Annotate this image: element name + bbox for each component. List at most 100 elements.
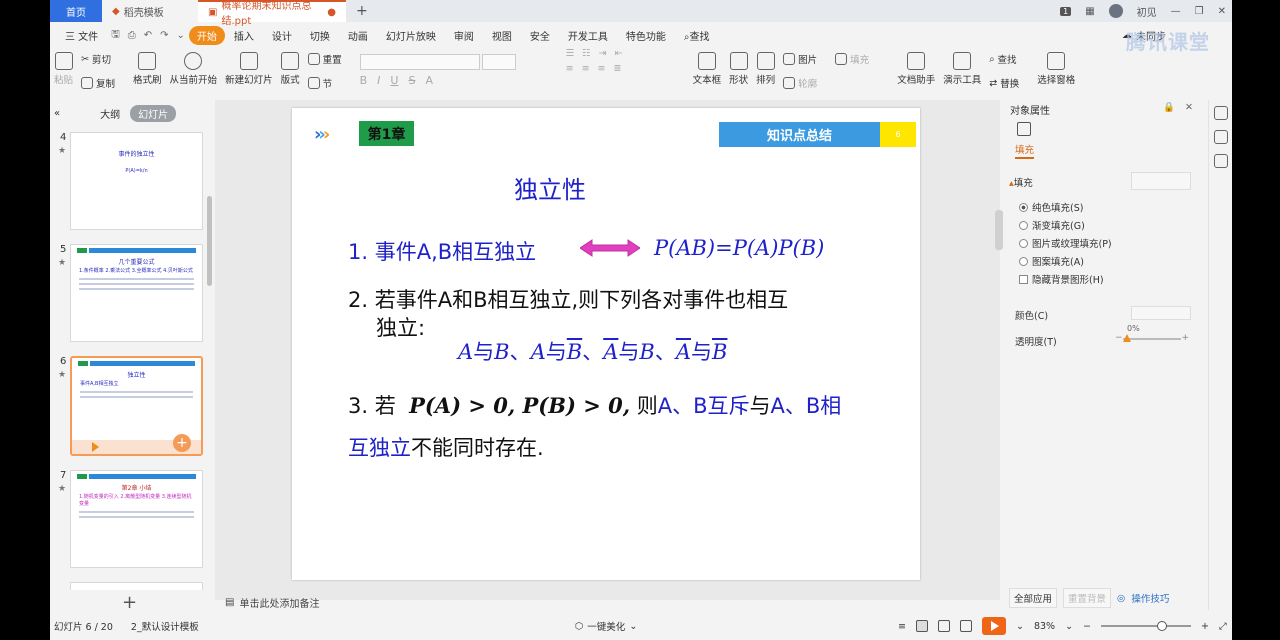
font-color-icon[interactable]: A <box>425 74 433 87</box>
menu-item-insert[interactable]: 插入 <box>225 28 263 43</box>
underline-icon[interactable]: U <box>390 74 398 87</box>
properties-icon[interactable] <box>1213 106 1228 120</box>
from-current-button[interactable]: 从当前开始 <box>170 48 217 86</box>
replace-button[interactable]: ⇄ 替换 <box>989 74 1019 92</box>
find-button[interactable]: ⌕ 查找 <box>989 50 1019 68</box>
menu-item-view[interactable]: 视图 <box>483 28 521 43</box>
user-name[interactable]: 初见 <box>1137 4 1157 19</box>
shape-effects-icon[interactable] <box>1213 130 1228 144</box>
align-center-icon[interactable]: ≡ <box>582 63 590 74</box>
slide-thumbnail[interactable]: 几个重要公式 1.条件概率 2.乘法公式 3.全概率公式 4.贝叶斯公式 <box>70 244 203 342</box>
arrange-button[interactable]: 排列 <box>756 48 775 86</box>
lock-icon[interactable]: 🔒 <box>1163 102 1175 113</box>
hide-background-checkbox[interactable]: 隐藏背景图形(H) <box>1019 272 1104 286</box>
copy-button[interactable]: 复制 <box>81 74 115 92</box>
slides-tab[interactable]: 幻灯片 <box>130 104 177 122</box>
quick-access-dropdown-icon[interactable]: ⌄ <box>173 30 189 41</box>
transparency-slider[interactable]: − 0% + <box>1115 324 1189 344</box>
notes-toggle-icon[interactable]: ≡ <box>898 621 906 632</box>
zoom-out-icon[interactable]: − <box>1083 621 1091 632</box>
file-menu[interactable]: 三 文件 <box>56 28 107 43</box>
play-dropdown-icon[interactable]: ⌄ <box>1016 621 1024 632</box>
textbox-button[interactable]: 文本框 <box>693 48 721 86</box>
tab-template[interactable]: ◆ 稻壳模板 <box>102 0 198 22</box>
format-painter-button[interactable]: 格式刷 <box>133 48 162 86</box>
new-tab-button[interactable]: + <box>356 3 368 19</box>
font-family-select[interactable] <box>359 54 480 70</box>
section-button[interactable]: 节 <box>307 74 342 92</box>
menu-item-design[interactable]: 设计 <box>263 28 301 43</box>
reading-view-icon[interactable] <box>959 620 972 632</box>
bold-icon[interactable]: B <box>360 74 368 87</box>
tab-fill[interactable]: 填充 <box>1015 142 1035 159</box>
reset-background-button[interactable]: 重置背景 <box>1063 588 1112 608</box>
outline-button[interactable]: 轮廓 <box>783 74 817 92</box>
minimize-icon[interactable]: — <box>1171 6 1181 17</box>
notes-area[interactable]: ▤ 单击此处添加备注 <box>215 592 1000 612</box>
paste-button[interactable]: 粘贴 <box>54 48 73 86</box>
template-name[interactable]: 2_默认设计模板 <box>131 619 199 633</box>
fill-section-toggle[interactable]: ▴填充 <box>1009 175 1033 189</box>
slide-sorter-icon[interactable] <box>937 620 950 632</box>
transform-icon[interactable] <box>1213 154 1228 168</box>
menu-item-features[interactable]: 特色功能 <box>617 28 675 43</box>
maximize-icon[interactable]: ❐ <box>1195 6 1204 17</box>
pane-close-icon[interactable]: ✕ <box>1185 102 1193 113</box>
tab-home[interactable]: 首页 <box>50 0 102 22</box>
play-slide-icon[interactable] <box>92 442 99 452</box>
layout-button[interactable]: 版式 <box>281 48 300 86</box>
current-slide[interactable]: › › › 第1章 知识点总结 6 独立性 1. 事件A,B相互独立 P(AB)=P… <box>292 108 920 580</box>
menu-item-devtools[interactable]: 开发工具 <box>559 28 617 43</box>
redo-icon[interactable]: ↷ <box>156 30 172 41</box>
solid-fill-option[interactable]: 纯色填充(S) <box>1019 200 1083 214</box>
align-right-icon[interactable]: ≡ <box>598 63 606 74</box>
justify-icon[interactable]: ≣ <box>614 63 622 74</box>
select-pane-button[interactable]: 选择窗格 <box>1037 48 1075 86</box>
new-slide-button[interactable]: 新建幻灯片 <box>225 48 273 86</box>
outdent-icon[interactable]: ⇤ <box>615 48 623 59</box>
doc-assistant-button[interactable]: 文档助手 <box>897 48 935 86</box>
undo-icon[interactable]: ↶ <box>140 30 156 41</box>
menu-item-start[interactable]: 开始 <box>188 25 225 45</box>
slide-thumbnail-selected[interactable]: 独立性 事件A,B相互独立 + <box>70 356 203 456</box>
tips-link[interactable]: 操作技巧 <box>1131 591 1169 605</box>
slider-thumb[interactable] <box>1123 334 1131 342</box>
normal-view-icon[interactable] <box>915 620 928 632</box>
reset-button[interactable]: 重置 <box>307 50 342 68</box>
shape-button[interactable]: 形状 <box>729 48 748 86</box>
zoom-in-icon[interactable]: + <box>1201 621 1209 632</box>
zoom-dropdown-icon[interactable]: ⌄ <box>1065 621 1073 632</box>
strikethrough-icon[interactable]: S <box>408 74 415 87</box>
slide-thumbnail[interactable]: 第2章 小结 1.随机变量的引入 2.离散型随机变量 3.连续型随机变量 <box>70 470 203 568</box>
color-picker[interactable] <box>1131 306 1191 320</box>
close-icon[interactable]: ✕ <box>1218 6 1226 17</box>
slideshow-play-button[interactable] <box>981 617 1006 635</box>
canvas-scrollbar[interactable] <box>995 210 1003 250</box>
outline-tab[interactable]: 大纲 <box>100 106 120 121</box>
italic-icon[interactable]: I <box>377 74 380 87</box>
numbering-icon[interactable]: ☷ <box>582 48 591 59</box>
decrease-icon[interactable]: − <box>1115 333 1123 343</box>
fill-bucket-icon[interactable] <box>1017 122 1031 136</box>
grid-icon[interactable]: ▦ <box>1085 6 1094 17</box>
menu-item-transition[interactable]: 切换 <box>301 28 339 43</box>
fill-dropdown[interactable] <box>1131 172 1191 190</box>
fit-window-icon[interactable]: ⤢ <box>1219 621 1227 632</box>
apply-all-button[interactable]: 全部应用 <box>1009 588 1058 608</box>
bullets-icon[interactable]: ☰ <box>566 48 575 59</box>
menu-item-review[interactable]: 审阅 <box>445 28 483 43</box>
increase-icon[interactable]: + <box>1181 333 1189 343</box>
menu-item-animation[interactable]: 动画 <box>339 28 377 43</box>
window-count-badge[interactable]: 1 <box>1060 6 1072 16</box>
slide-thumbnail-partial[interactable] <box>70 582 203 590</box>
align-left-icon[interactable]: ≡ <box>566 63 574 74</box>
pattern-fill-option[interactable]: 图案填充(A) <box>1019 254 1084 268</box>
menu-search[interactable]: ⌕查找 <box>675 28 719 43</box>
zoom-slider-thumb[interactable] <box>1157 621 1167 631</box>
indent-icon[interactable]: ⇥ <box>599 48 607 59</box>
menu-item-slideshow[interactable]: 幻灯片放映 <box>377 28 445 43</box>
picture-button[interactable]: 图片 <box>783 50 817 68</box>
picture-fill-option[interactable]: 图片或纹理填充(P) <box>1019 236 1112 250</box>
zoom-slider[interactable] <box>1101 621 1191 631</box>
slide-thumbnail[interactable]: 事件的独立性 P(A)=k/n <box>70 132 203 230</box>
